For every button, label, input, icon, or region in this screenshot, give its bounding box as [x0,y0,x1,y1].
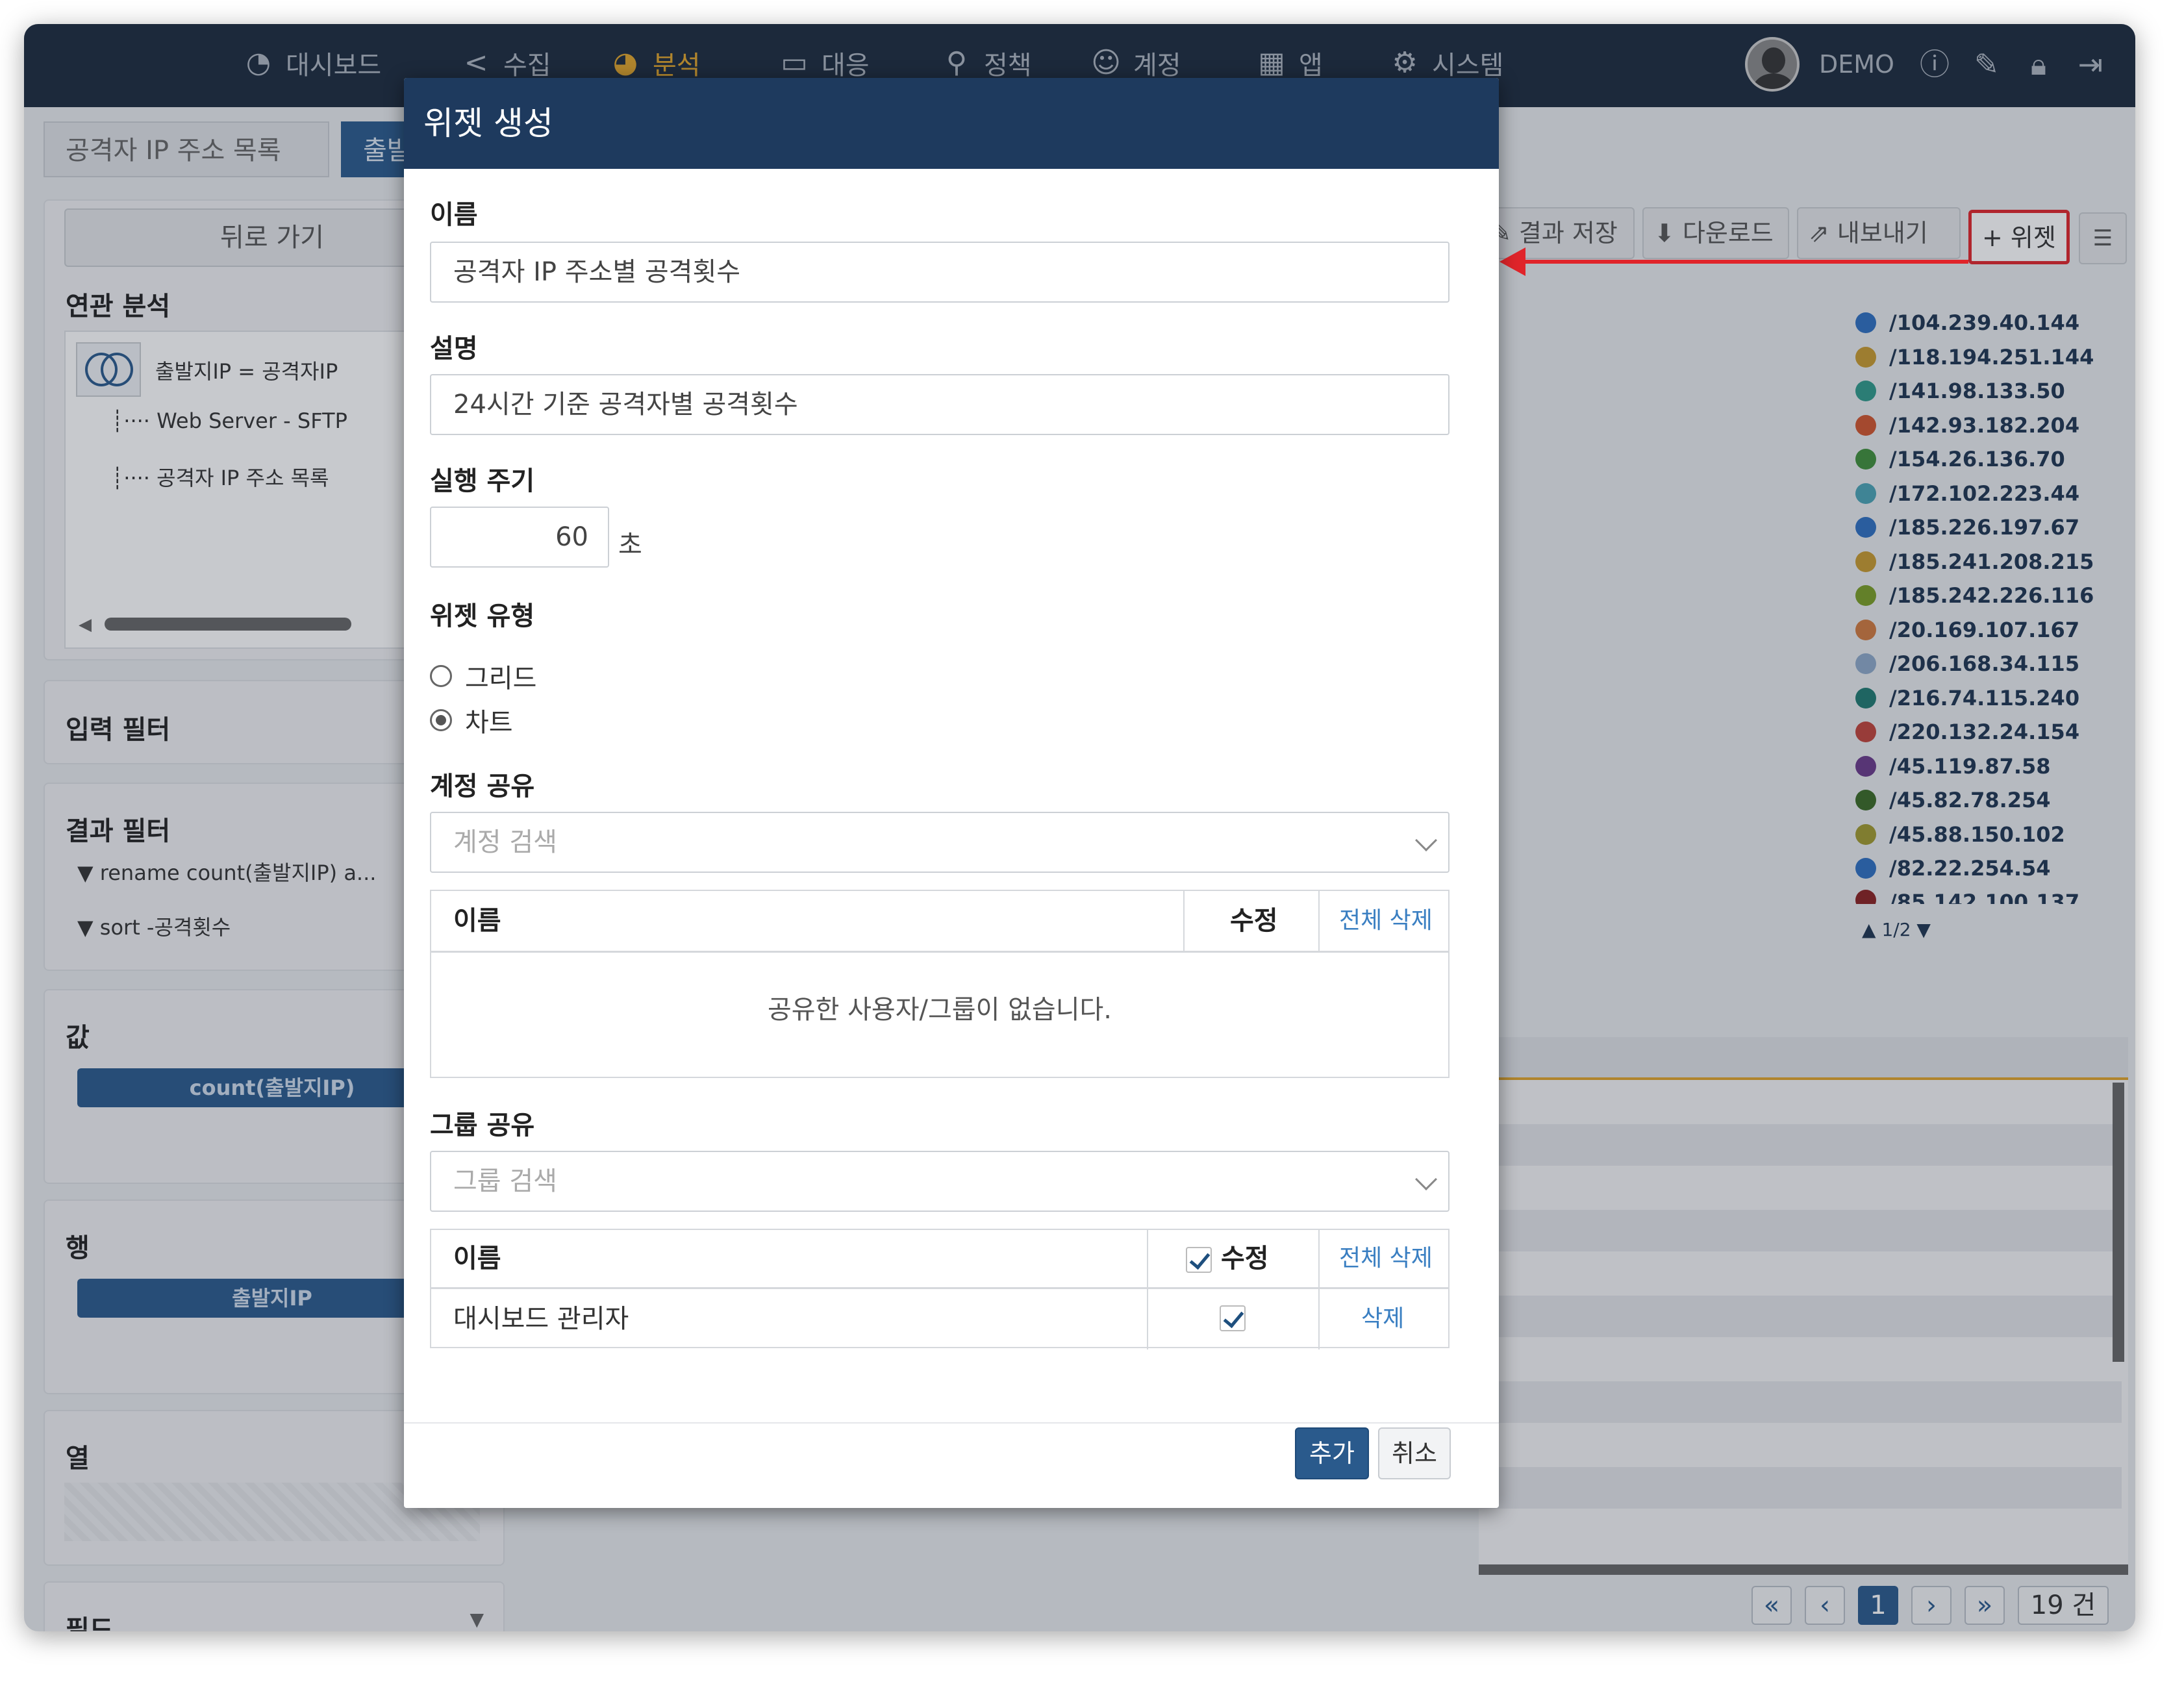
group-row-name: 대시보드 관리자 [453,1304,629,1334]
cancel-button[interactable]: 취소 [1378,1427,1451,1479]
widget-type-label: 위젯 유형 [430,601,535,631]
edit-all-checkbox[interactable] [1186,1247,1212,1273]
period-input[interactable]: 60 [430,507,609,568]
modal-title: 위젯 생성 [404,78,1499,169]
group-search-select[interactable]: 그룹 검색 [430,1151,1450,1212]
type-chart-radio[interactable]: 차트 [430,701,513,739]
checkbox [1220,1305,1246,1331]
column-name: 이름 [453,906,501,936]
column-edit: 수정 [1230,906,1278,936]
radio-circle [430,665,452,687]
chevron-down-icon [1415,829,1437,851]
group-row-edit-checkbox[interactable] [1220,1305,1246,1331]
period-label: 실행 주기 [430,466,535,496]
account-share-label: 계정 공유 [430,772,535,801]
column-edit: 수정 [1186,1230,1269,1287]
type-grid-radio[interactable]: 그리드 [430,657,536,695]
create-widget-modal: 위젯 생성 이름 공격자 IP 주소별 공격횟수 설명 24시간 기준 공격자별… [404,78,1499,1508]
modal-footer-divider [404,1422,1499,1424]
name-input[interactable]: 공격자 IP 주소별 공격횟수 [430,242,1450,303]
group-share-label: 그룹 공유 [430,1111,535,1140]
annotation-arrow-head [1500,247,1525,276]
app-window: ◔ 대시보드 < 수집 ◕ 분석 ▭ 대응 ⚲ 정책 ☺ 계정 ▦ 앱 ⚙ 시스템 DEMO ⓘ ✎ 🔒︎ ⇥… [24,24,2135,1631]
account-share-table: 이름 수정 전체 삭제 공유한 사용자/그룹이 없습니다. [430,890,1450,1078]
period-unit: 초 [618,530,642,560]
chevron-down-icon [1415,1168,1437,1190]
group-row-delete-link[interactable]: 삭제 [1361,1290,1404,1348]
radio-label: 차트 [465,708,513,738]
delete-all-link[interactable]: 전체 삭제 [1339,1230,1433,1287]
radio-circle [430,709,452,731]
add-button[interactable]: 추가 [1295,1427,1369,1479]
select-placeholder: 그룹 검색 [453,1166,557,1196]
empty-message: 공유한 사용자/그룹이 없습니다. [767,995,1112,1025]
column-name: 이름 [453,1244,501,1274]
delete-all-link[interactable]: 전체 삭제 [1339,891,1433,951]
column-edit-label: 수정 [1220,1244,1269,1274]
description-label: 설명 [430,334,478,364]
select-placeholder: 계정 검색 [453,827,557,857]
description-input[interactable]: 24시간 기준 공격자별 공격횟수 [430,374,1450,435]
annotation-arrow [1518,260,1968,264]
name-label: 이름 [430,200,478,230]
group-share-table: 이름 수정 전체 삭제 대시보드 관리자 삭제 [430,1229,1450,1349]
account-search-select[interactable]: 계정 검색 [430,812,1450,873]
radio-label: 그리드 [465,664,537,694]
